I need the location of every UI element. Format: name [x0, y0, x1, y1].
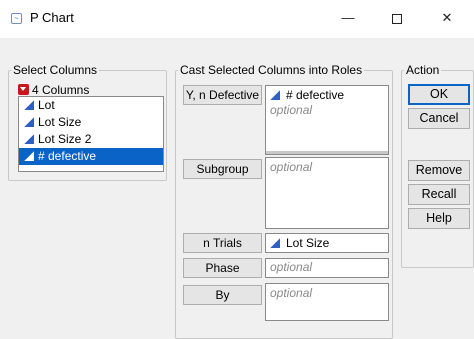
- subgroup-role-box[interactable]: optional: [265, 157, 389, 229]
- y-role-button[interactable]: Y, n Defective: [183, 85, 262, 105]
- column-item-defective[interactable]: # defective: [19, 148, 163, 165]
- y-role-box[interactable]: # defective optional: [265, 85, 389, 155]
- y-role-optional: optional: [270, 103, 313, 117]
- continuous-icon: [24, 100, 34, 110]
- by-role-optional: optional: [270, 286, 313, 300]
- column-count-label: 4 Columns: [32, 82, 90, 97]
- y-role-value: # defective: [286, 88, 345, 102]
- column-list[interactable]: Lot Lot Size Lot Size 2 # defective: [18, 96, 164, 172]
- dropdown-triangle-icon[interactable]: [18, 84, 29, 96]
- continuous-icon: [24, 117, 34, 127]
- maximize-button[interactable]: [375, 5, 419, 31]
- ok-button[interactable]: OK: [408, 84, 470, 105]
- window-title: P Chart: [30, 10, 74, 25]
- subgroup-role-button[interactable]: Subgroup: [183, 159, 262, 179]
- action-legend: Action: [406, 63, 440, 77]
- n-trials-role-entry[interactable]: Lot Size: [266, 235, 388, 251]
- jmp-app-icon: ~: [11, 13, 22, 24]
- column-item-label: Lot Size 2: [38, 132, 92, 146]
- phase-role-optional: optional: [270, 260, 313, 274]
- column-item-label: Lot: [38, 98, 55, 112]
- title-bar: ~ P Chart — ✕: [0, 0, 474, 38]
- maximize-icon: [392, 13, 402, 24]
- select-columns-legend: Select Columns: [13, 63, 98, 77]
- by-role-box[interactable]: optional: [265, 283, 389, 321]
- minimize-button[interactable]: —: [326, 5, 370, 31]
- column-item-label: # defective: [38, 149, 97, 163]
- recall-button[interactable]: Recall: [408, 184, 470, 205]
- n-trials-role-box[interactable]: Lot Size: [265, 233, 389, 253]
- n-trials-role-value: Lot Size: [286, 236, 330, 250]
- continuous-icon: [24, 134, 34, 144]
- remove-button[interactable]: Remove: [408, 160, 470, 181]
- n-trials-role-button[interactable]: n Trials: [183, 233, 262, 253]
- column-count-dropdown[interactable]: 4 Columns: [18, 81, 89, 97]
- y-role-entry[interactable]: # defective: [266, 87, 388, 103]
- continuous-icon: [24, 151, 34, 161]
- help-button[interactable]: Help: [408, 208, 470, 229]
- column-item-label: Lot Size: [38, 115, 82, 129]
- column-item-lot-size-2[interactable]: Lot Size 2: [19, 131, 163, 148]
- continuous-icon: [270, 90, 280, 100]
- phase-role-box[interactable]: optional: [265, 258, 389, 278]
- cast-roles-legend: Cast Selected Columns into Roles: [180, 63, 363, 77]
- role-box-divider: [266, 151, 388, 154]
- cancel-button[interactable]: Cancel: [408, 108, 470, 129]
- column-item-lot-size[interactable]: Lot Size: [19, 114, 163, 131]
- phase-role-button[interactable]: Phase: [183, 258, 262, 278]
- by-role-button[interactable]: By: [183, 285, 262, 305]
- column-item-lot[interactable]: Lot: [19, 97, 163, 114]
- subgroup-role-optional: optional: [270, 160, 313, 174]
- continuous-icon: [270, 238, 280, 248]
- close-button[interactable]: ✕: [425, 5, 469, 31]
